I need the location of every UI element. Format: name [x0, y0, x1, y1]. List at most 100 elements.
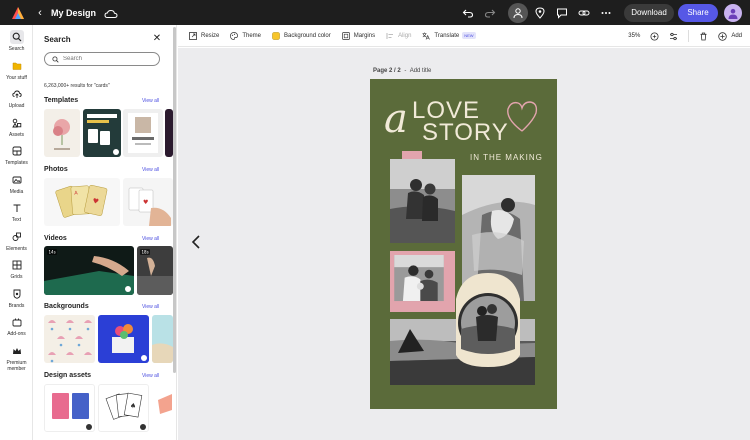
- page-number: Page 2 / 2: [373, 68, 401, 74]
- rail-item-templates[interactable]: Templates: [0, 144, 33, 166]
- design-asset-thumbnail[interactable]: [44, 384, 95, 432]
- resize-icon: [189, 31, 197, 40]
- view-all-videos[interactable]: View all: [142, 236, 159, 242]
- template-thumbnail[interactable]: [83, 109, 121, 157]
- cloud-sync-icon: [104, 7, 118, 19]
- svg-text:♥: ♥: [143, 199, 148, 206]
- couple-photo-field[interactable]: [390, 159, 455, 243]
- elements-icon: [10, 230, 24, 244]
- text-icon: [10, 201, 24, 215]
- background-color-button[interactable]: Background color: [272, 25, 331, 47]
- adjust-settings-icon[interactable]: [669, 32, 678, 41]
- view-all-templates[interactable]: View all: [142, 98, 159, 104]
- user-avatar[interactable]: [724, 3, 742, 22]
- collaborate-icon[interactable]: [508, 2, 528, 23]
- page-label-separator: -: [404, 68, 407, 74]
- previous-page-arrow-icon[interactable]: [190, 234, 202, 250]
- background-thumbnail[interactable]: [152, 315, 173, 363]
- background-thumbnail[interactable]: [98, 315, 149, 363]
- design-asset-thumbnail[interactable]: ♠: [98, 384, 149, 432]
- template-thumbnail[interactable]: [44, 109, 80, 157]
- toolbar-divider: [688, 30, 690, 42]
- margins-button[interactable]: Margins: [341, 25, 375, 47]
- rail-item-grids[interactable]: Grids: [0, 258, 33, 280]
- section-title-videos: Videos: [44, 235, 67, 242]
- rail-item-text[interactable]: Text: [0, 201, 33, 223]
- background-thumbnail[interactable]: [44, 315, 95, 363]
- folder-icon: [10, 59, 24, 73]
- rail-item-your-stuff[interactable]: Your stuff: [0, 59, 33, 81]
- section-title-backgrounds: Backgrounds: [44, 303, 89, 310]
- search-field-icon: [52, 55, 59, 63]
- photo-thumbnail[interactable]: A ♥: [44, 178, 120, 226]
- crown-icon: [10, 344, 24, 358]
- brand-icon: [10, 287, 24, 301]
- results-count: 6,263,000+ results for "cards": [44, 83, 110, 89]
- design-page[interactable]: a LOVE STORY IN THE MAKING: [370, 79, 557, 409]
- back-arrow-icon[interactable]: ‹: [34, 7, 46, 19]
- page-label: Page 2 / 2 - Add title: [373, 68, 431, 74]
- design-script-letter[interactable]: a: [384, 99, 408, 139]
- location-pin-icon[interactable]: [530, 3, 550, 23]
- design-title-story[interactable]: STORY: [422, 121, 509, 145]
- top-bar: ‹ My Design Download Share: [0, 0, 750, 25]
- search-field[interactable]: [44, 52, 160, 66]
- search-input[interactable]: [63, 56, 153, 62]
- family-photo-framed[interactable]: [390, 251, 455, 312]
- resize-button[interactable]: Resize: [189, 25, 219, 47]
- app-logo-icon[interactable]: [11, 6, 25, 20]
- photo-thumbnail[interactable]: ♥: [123, 178, 173, 226]
- templates-icon: [10, 144, 24, 158]
- panel-title: Search: [44, 35, 71, 44]
- margins-icon: [341, 31, 350, 40]
- rail-item-upload[interactable]: Upload: [0, 87, 33, 109]
- design-asset-thumbnail[interactable]: [152, 384, 173, 432]
- close-icon[interactable]: ✕: [152, 34, 162, 44]
- view-all-backgrounds[interactable]: View all: [142, 304, 159, 310]
- search-panel: Search ✕ 6,263,000+ results for "cards" …: [34, 25, 177, 440]
- heart-outline-icon[interactable]: [502, 97, 542, 137]
- view-all-design-assets[interactable]: View all: [142, 373, 159, 379]
- rail-item-premium[interactable]: Premium member: [0, 344, 33, 372]
- addons-icon: [10, 315, 24, 329]
- design-tagline[interactable]: IN THE MAKING: [470, 153, 543, 162]
- trash-icon[interactable]: [699, 32, 708, 41]
- canvas-toolbar: Resize Theme Background color Margins Al…: [178, 25, 750, 47]
- rail-item-assets[interactable]: Assets: [0, 116, 33, 138]
- video-thumbnail[interactable]: 14s: [44, 246, 134, 295]
- comment-icon[interactable]: [552, 3, 572, 23]
- undo-icon[interactable]: [458, 3, 478, 23]
- rail-item-elements[interactable]: Elements: [0, 230, 33, 252]
- section-title-photos: Photos: [44, 166, 68, 173]
- search-icon: [9, 30, 24, 44]
- share-button[interactable]: Share: [678, 3, 718, 22]
- panel-scrollbar[interactable]: [173, 27, 176, 373]
- redo-icon[interactable]: [480, 3, 500, 23]
- translate-button[interactable]: Translate NEW: [422, 25, 476, 47]
- link-icon[interactable]: [574, 3, 594, 23]
- rail-item-media[interactable]: Media: [0, 173, 33, 195]
- zoom-level[interactable]: 35%: [628, 33, 640, 39]
- video-thumbnail[interactable]: 18s: [137, 246, 173, 295]
- kiss-photo-circle[interactable]: [448, 269, 528, 369]
- download-button[interactable]: Download: [624, 3, 674, 22]
- video-duration-badge: 18s: [142, 250, 149, 255]
- template-thumbnail[interactable]: [165, 109, 173, 157]
- section-title-templates: Templates: [44, 97, 79, 104]
- template-thumbnail[interactable]: [123, 109, 163, 157]
- rail-item-brands[interactable]: Brands: [0, 287, 33, 309]
- toolbar-right-group: 35% Add: [618, 25, 742, 47]
- add-button[interactable]: Add: [718, 31, 742, 41]
- document-title[interactable]: My Design: [51, 8, 96, 18]
- theme-button[interactable]: Theme: [230, 25, 261, 47]
- rail-item-add-ons[interactable]: Add-ons: [0, 315, 33, 337]
- section-title-design-assets: Design assets: [44, 372, 92, 379]
- align-icon: [386, 32, 394, 39]
- grid-icon: [10, 258, 24, 272]
- translate-icon: [422, 32, 431, 40]
- add-title-link[interactable]: Add title: [410, 68, 432, 74]
- more-options-icon[interactable]: [596, 3, 616, 23]
- view-all-photos[interactable]: View all: [142, 167, 159, 173]
- ai-assistant-icon[interactable]: [650, 32, 659, 41]
- rail-item-search[interactable]: Search: [0, 30, 33, 52]
